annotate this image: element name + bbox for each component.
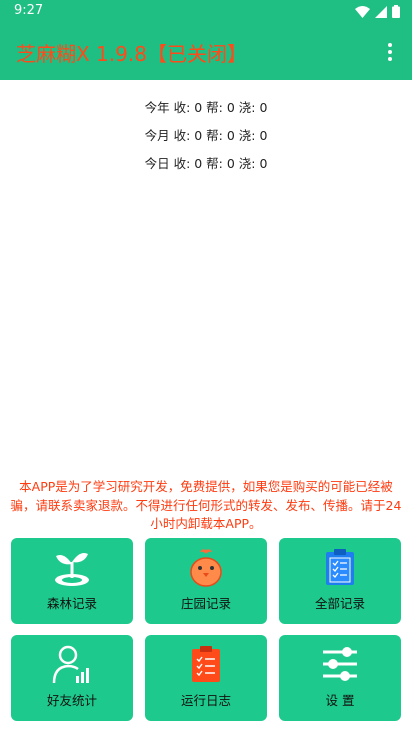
stat-row-month: 今月 收: 0 帮: 0 浇: 0 xyxy=(0,128,412,156)
stat-row-year: 今年 收: 0 帮: 0 浇: 0 xyxy=(0,100,412,128)
clipboard-icon xyxy=(279,548,401,590)
more-dot xyxy=(388,50,392,54)
tile-label: 运行日志 xyxy=(180,693,231,708)
disclaimer-text: 本APP是为了学习研究开发，免费提供，如果您是购买的可能已经被 骗，请联系卖家退… xyxy=(4,478,408,534)
log-clipboard-icon xyxy=(145,645,267,687)
stat-values: 收: 0 帮: 0 浇: 0 xyxy=(173,128,268,143)
chick-icon xyxy=(145,548,267,590)
tile-label: 森林记录 xyxy=(46,596,97,611)
run-log-button[interactable]: 运行日志 xyxy=(145,635,267,721)
tile-label: 庄园记录 xyxy=(180,596,231,611)
status-time: 9:27 xyxy=(14,3,44,18)
forest-records-button[interactable]: 森林记录 xyxy=(11,538,133,624)
disclaimer-line: 本APP是为了学习研究开发，免费提供，如果您是购买的可能已经被 xyxy=(19,479,393,494)
disclaimer-line: 骗，请联系卖家退款。不得进行任何形式的转发、发布、传播。请于24 xyxy=(10,497,402,513)
all-records-button[interactable]: 全部记录 xyxy=(279,538,401,624)
stat-values: 收: 0 帮: 0 浇: 0 xyxy=(173,100,268,115)
app-bar: 芝麻糊X 1.9.8【已关闭】 xyxy=(0,24,412,80)
settings-button[interactable]: 设 置 xyxy=(279,635,401,721)
status-bar: 9:27 xyxy=(0,0,412,24)
wifi-icon xyxy=(355,5,370,18)
stat-period: 今年 xyxy=(144,100,170,115)
sliders-icon xyxy=(279,645,401,687)
tile-label: 好友统计 xyxy=(46,693,97,708)
stat-row-day: 今日 收: 0 帮: 0 浇: 0 xyxy=(0,156,412,184)
sprout-icon xyxy=(11,548,133,590)
app-title: 芝麻糊X 1.9.8【已关闭】 xyxy=(16,42,247,66)
more-dot xyxy=(388,57,392,61)
more-dot xyxy=(388,43,392,47)
stat-period: 今日 xyxy=(144,156,170,171)
signal-icon xyxy=(375,5,387,18)
stats-panel: 今年 收: 0 帮: 0 浇: 0 今月 收: 0 帮: 0 浇: 0 今日 收… xyxy=(0,100,412,184)
status-icons xyxy=(355,5,400,18)
tile-label: 全部记录 xyxy=(314,596,365,611)
friend-stats-button[interactable]: 好友统计 xyxy=(11,635,133,721)
more-options-button[interactable] xyxy=(378,38,402,66)
user-chart-icon xyxy=(11,645,133,687)
disclaimer-line: 小时内卸载本APP。 xyxy=(150,516,262,531)
tile-label: 设 置 xyxy=(325,693,355,708)
manor-records-button[interactable]: 庄园记录 xyxy=(145,538,267,624)
stat-values: 收: 0 帮: 0 浇: 0 xyxy=(173,156,268,171)
stat-period: 今月 xyxy=(144,128,170,143)
battery-icon xyxy=(392,5,400,18)
